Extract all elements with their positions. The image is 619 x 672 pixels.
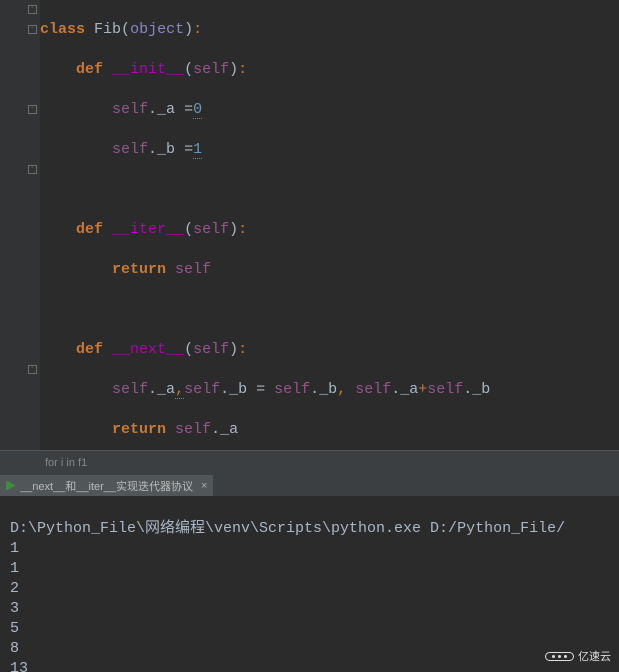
method-init: __init__ — [112, 61, 184, 78]
cloud-icon — [545, 652, 574, 661]
editor-gutter: - - - - - — [0, 0, 40, 450]
watermark-text: 亿速云 — [578, 648, 611, 664]
console-line: 5 — [10, 620, 19, 637]
run-tab-bar: __next__和__iter__实现迭代器协议 × — [0, 475, 619, 497]
keyword-class: class — [40, 21, 85, 38]
class-name: Fib — [94, 21, 121, 38]
console-line: 3 — [10, 600, 19, 617]
console-line: 13 — [10, 660, 28, 672]
run-tab-label: __next__和__iter__实现迭代器协议 — [20, 478, 193, 494]
console-output[interactable]: D:\Python_File\网络编程\venv\Scripts\python.… — [0, 497, 619, 672]
method-next: __next__ — [112, 341, 184, 358]
console-command: D:\Python_File\网络编程\venv\Scripts\python.… — [10, 520, 565, 537]
console-line: 2 — [10, 580, 19, 597]
keyword-def: def — [76, 61, 103, 78]
fold-marker[interactable]: - — [28, 25, 37, 34]
param-self: self — [193, 61, 229, 78]
fold-marker[interactable]: - — [28, 105, 37, 114]
close-icon[interactable]: × — [201, 480, 207, 492]
code-editor[interactable]: - - - - - class Fib(object): def __init_… — [0, 0, 619, 450]
breadcrumb[interactable]: for i in f1 — [0, 450, 619, 475]
number-literal: 0 — [193, 101, 202, 119]
keyword-return: return — [112, 261, 166, 278]
run-tab[interactable]: __next__和__iter__实现迭代器协议 × — [0, 475, 213, 496]
fold-marker[interactable]: - — [28, 5, 37, 14]
console-line: 1 — [10, 560, 19, 577]
console-line: 1 — [10, 540, 19, 557]
fold-marker[interactable]: - — [28, 365, 37, 374]
builtin-object: object — [130, 21, 184, 38]
method-iter: __iter__ — [112, 221, 184, 238]
breadcrumb-text: for i in f1 — [45, 457, 87, 469]
number-literal: 1 — [193, 141, 202, 159]
watermark-logo: 亿速云 — [545, 648, 611, 664]
fold-marker[interactable]: - — [28, 165, 37, 174]
play-icon — [6, 481, 16, 491]
console-line: 8 — [10, 640, 19, 657]
code-content[interactable]: class Fib(object): def __init__(self): s… — [40, 0, 619, 450]
